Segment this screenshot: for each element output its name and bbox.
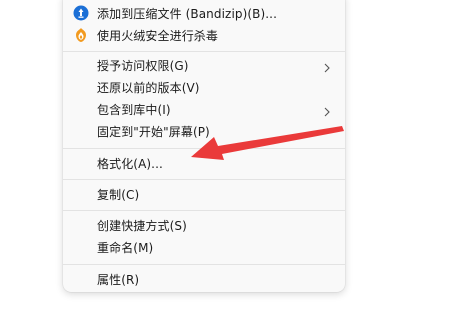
menu-item-grant-access[interactable]: 授予访问权限(G)	[63, 54, 345, 76]
chevron-right-icon	[321, 59, 333, 73]
menu-item-label: 包含到库中(I)	[97, 102, 171, 117]
menu-item-label: 复制(C)	[97, 187, 140, 202]
menu-separator	[63, 51, 345, 52]
menu-item-format[interactable]: 格式化(A)...	[63, 152, 345, 174]
menu-item-create-shortcut[interactable]: 创建快捷方式(S)	[63, 214, 345, 236]
huorong-shield-icon	[73, 27, 89, 43]
menu-item-add-to-archive[interactable]: 添加到压缩文件 (Bandizip)(B)...	[63, 2, 345, 24]
context-menu: 添加到压缩文件 (Bandizip)(B)... 使用火绒安全进行杀毒 授予访问…	[63, 0, 345, 292]
menu-item-label: 添加到压缩文件 (Bandizip)(B)...	[97, 6, 278, 21]
menu-separator	[63, 210, 345, 211]
menu-separator	[63, 179, 345, 180]
chevron-right-icon	[321, 103, 333, 117]
menu-item-label: 属性(R)	[97, 272, 140, 287]
menu-item-label: 授予访问权限(G)	[97, 58, 189, 73]
menu-item-restore-previous-versions[interactable]: 还原以前的版本(V)	[63, 76, 345, 98]
menu-item-label: 格式化(A)...	[97, 156, 163, 171]
menu-item-huorong-scan[interactable]: 使用火绒安全进行杀毒	[63, 24, 345, 46]
menu-item-label: 使用火绒安全进行杀毒	[97, 28, 219, 43]
menu-item-properties[interactable]: 属性(R)	[63, 268, 345, 290]
menu-item-copy[interactable]: 复制(C)	[63, 183, 345, 205]
bandizip-icon	[73, 5, 89, 21]
menu-separator	[63, 264, 345, 265]
menu-item-label: 固定到"开始"屏幕(P)	[97, 124, 210, 139]
menu-item-label: 还原以前的版本(V)	[97, 80, 200, 95]
menu-separator	[63, 148, 345, 149]
menu-item-pin-to-start[interactable]: 固定到"开始"屏幕(P)	[63, 120, 345, 142]
menu-item-rename[interactable]: 重命名(M)	[63, 236, 345, 258]
menu-item-label: 重命名(M)	[97, 240, 154, 255]
menu-item-include-in-library[interactable]: 包含到库中(I)	[63, 98, 345, 120]
menu-item-label: 创建快捷方式(S)	[97, 218, 187, 233]
screenshot-stage: 添加到压缩文件 (Bandizip)(B)... 使用火绒安全进行杀毒 授予访问…	[0, 0, 449, 317]
